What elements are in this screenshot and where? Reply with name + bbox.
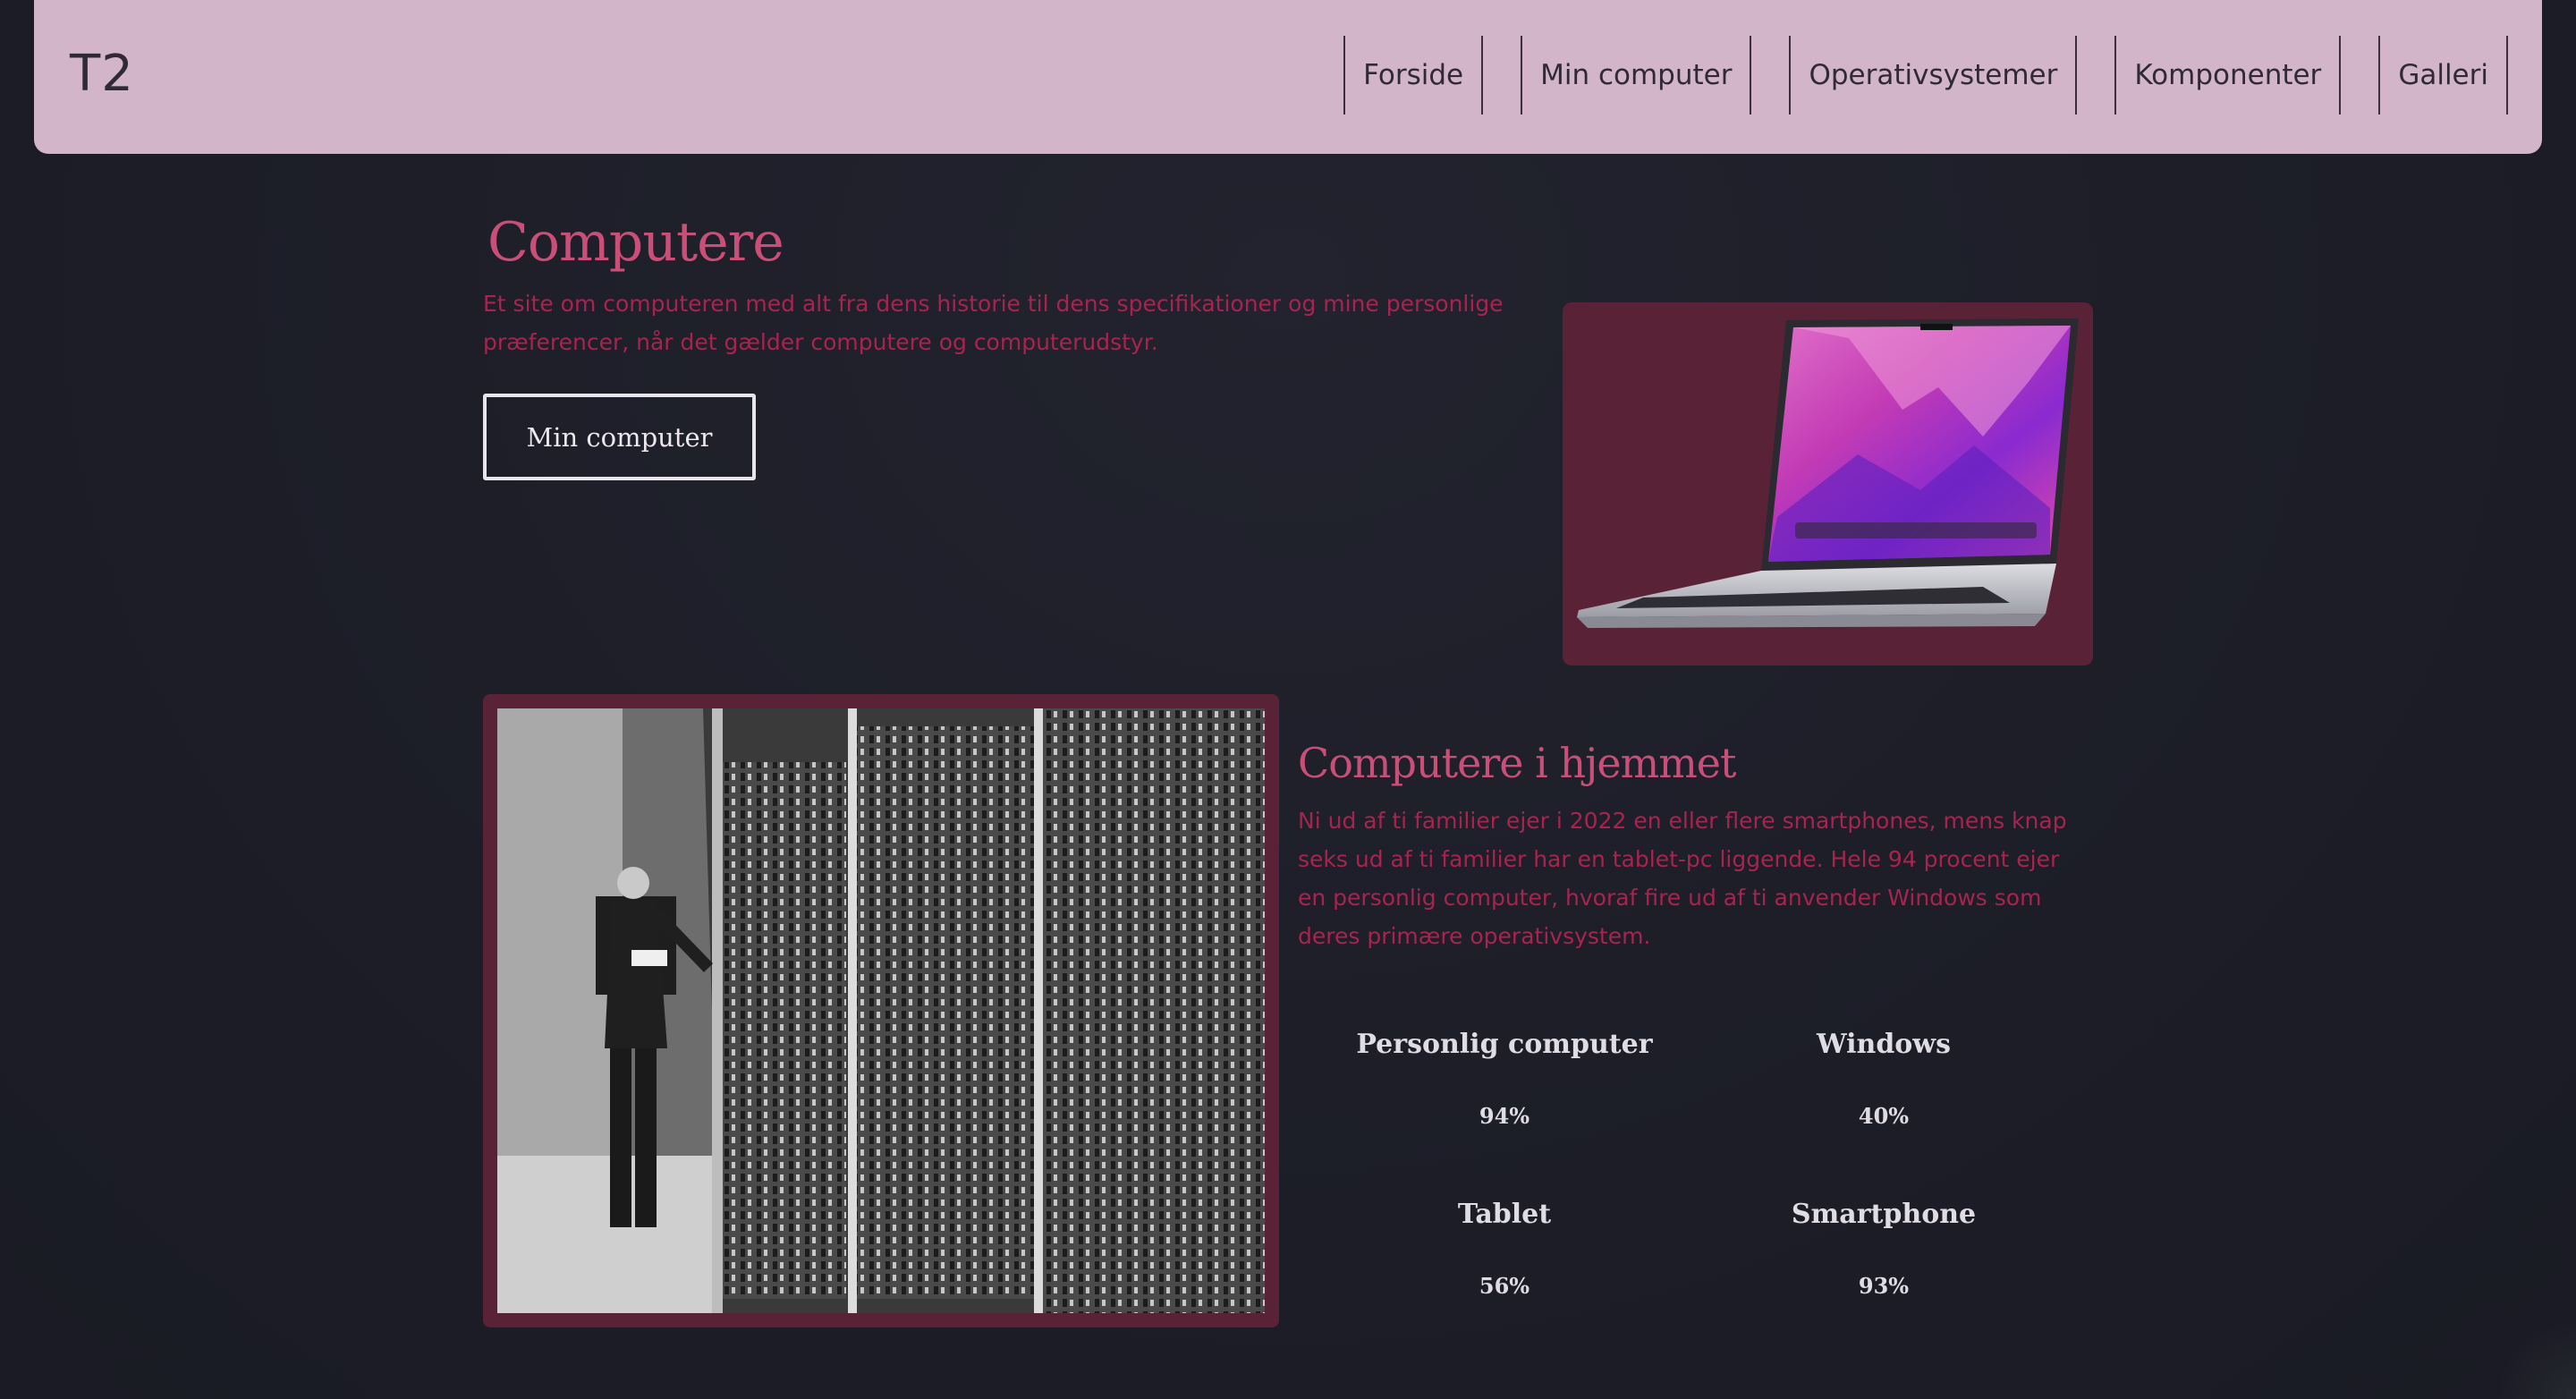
stat-label: Smartphone (1791, 1199, 1977, 1230)
nav-item-min-computer[interactable]: Min computer (1521, 36, 1752, 114)
stat-label: Personlig computer (1356, 1029, 1653, 1060)
stat-value: 93% (1858, 1273, 1910, 1299)
stat-value: 94% (1479, 1103, 1530, 1129)
stat-windows: Windows 40% (1696, 1029, 2072, 1129)
historical-computer-photo (497, 708, 1265, 1313)
stat-smartphone: Smartphone 93% (1696, 1199, 2072, 1299)
stat-tablet: Tablet 56% (1317, 1199, 1692, 1299)
min-computer-button[interactable]: Min computer (483, 394, 756, 480)
laptop-image (1563, 302, 2093, 666)
section-title: Computere i hjemmet (1298, 739, 1737, 787)
stat-value: 40% (1858, 1103, 1910, 1129)
stat-label: Windows (1816, 1029, 1952, 1060)
nav-item-galleri[interactable]: Galleri (2378, 36, 2508, 114)
main-nav: Forside Min computer Operativsystemer Ko… (1343, 36, 2508, 114)
laptop-illustration (1577, 318, 2079, 628)
stat-label: Tablet (1457, 1199, 1552, 1230)
navbar: T2 Forside Min computer Operativsystemer… (34, 0, 2542, 154)
nav-item-forside[interactable]: Forside (1343, 36, 1484, 114)
stat-value: 56% (1479, 1273, 1530, 1299)
historical-computer-image (497, 708, 1265, 1313)
history-image-frame (483, 694, 1279, 1327)
nav-item-komponenter[interactable]: Komponenter (2114, 36, 2342, 114)
brand-logo[interactable]: T2 (70, 45, 134, 103)
nav-item-operativsystemer[interactable]: Operativsystemer (1789, 36, 2078, 114)
hero-title: Computere (487, 211, 784, 274)
section-description: Ni ud af ti familier ejer i 2022 en elle… (1298, 808, 2067, 949)
corner-shadow (2496, 1318, 2576, 1399)
page: T2 Forside Min computer Operativsystemer… (0, 0, 2576, 1399)
stat-personal-computer: Personlig computer 94% (1317, 1029, 1692, 1129)
hero-description: Et site om computeren med alt fra dens h… (483, 291, 1504, 355)
